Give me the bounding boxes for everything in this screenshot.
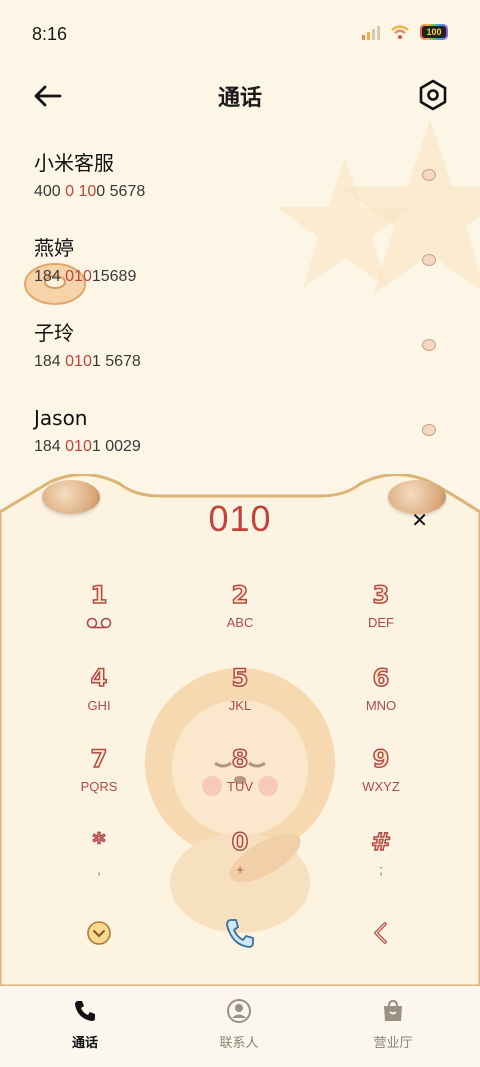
page-title: 通话 (217, 86, 262, 111)
contact-detail-icon[interactable] (422, 254, 436, 266)
key-letters: DEF (368, 615, 394, 630)
contact-name: 燕婷 (34, 236, 74, 260)
key-star[interactable]: * , (44, 827, 154, 897)
bottom-tab-bar: 通话 联系人 营业厅 (0, 986, 480, 1067)
key-digit: 3 (372, 580, 390, 610)
top-bar: 通话 (0, 74, 480, 116)
contact-number: 184 01015689 (34, 265, 480, 289)
contact-number: 184 0101 5678 (34, 350, 480, 374)
key-letters: + (236, 862, 244, 877)
status-time: 8:16 (32, 24, 68, 44)
key-digit: 4 (90, 663, 108, 693)
key-digit: 0 (231, 827, 249, 857)
battery-icon: 100 (420, 24, 448, 40)
battery-level: 100 (422, 26, 446, 38)
contact-name: 子玲 (34, 321, 74, 345)
key-digit: 2 (231, 580, 249, 610)
wifi-icon (391, 25, 409, 39)
key-letters: WXYZ (362, 779, 400, 794)
key-letters: JKL (228, 698, 252, 713)
number-part: 1 0029 (91, 438, 141, 455)
call-button[interactable] (210, 908, 270, 958)
backspace-icon (374, 922, 387, 944)
contact-suggestions: 小米客服 400 0 100 5678 燕婷 184 01015689 子玲 1… (0, 136, 480, 476)
phone-icon (75, 1001, 95, 1021)
key-digit: * (92, 827, 106, 857)
key-4[interactable]: 4 GHI (44, 663, 154, 733)
key-9[interactable]: 9 WXYZ (326, 744, 436, 814)
contact-detail-icon[interactable] (422, 169, 436, 181)
contact-name: 小米客服 (34, 151, 114, 175)
key-digit: # (370, 827, 392, 857)
contact-row[interactable]: 子玲 184 0101 5678 (0, 306, 480, 391)
key-hash[interactable]: # ; (326, 827, 436, 897)
chevron-down-circle-icon (87, 921, 111, 945)
key-5[interactable]: 5 JKL (185, 663, 295, 733)
collapse-dialpad-button[interactable] (69, 908, 129, 958)
contact-row[interactable]: Jason 184 0101 0029 (0, 391, 480, 476)
key-digit: 9 (372, 744, 390, 774)
key-letters: TUV (227, 779, 253, 794)
key-2[interactable]: 2 ABC (185, 580, 295, 650)
tab-label: 营业厅 (373, 1036, 413, 1051)
tab-label: 通话 (71, 1036, 98, 1051)
number-part: 400 (34, 183, 66, 200)
number-part: 184 (34, 353, 66, 370)
clear-input-icon[interactable]: ✕ (411, 508, 428, 532)
dialed-number[interactable]: 010 (0, 498, 480, 540)
key-letters: MNO (365, 698, 397, 713)
phone-icon (226, 919, 254, 948)
number-match: 010 (65, 268, 92, 285)
key-1[interactable]: 1 (44, 580, 154, 650)
key-7[interactable]: 7 PQRS (44, 744, 154, 814)
tab-label: 联系人 (219, 1036, 259, 1051)
key-digit: 1 (90, 580, 108, 610)
key-letters: ABC (226, 615, 254, 630)
key-digit: 8 (231, 744, 249, 774)
contact-name: Jason (34, 406, 88, 430)
key-letters: PQRS (80, 779, 118, 794)
backspace-button[interactable] (351, 908, 411, 958)
tab-store[interactable]: 营业厅 (343, 998, 443, 1051)
number-match: 010 (65, 353, 92, 370)
number-match: 10 (78, 183, 97, 200)
number-part: 184 (34, 438, 66, 455)
signal-icon (362, 24, 380, 40)
number-part: 15689 (91, 268, 137, 285)
contact-number: 184 0101 0029 (34, 435, 480, 459)
key-digit: 6 (372, 663, 390, 693)
key-letters: ; (379, 862, 383, 877)
number-part: 1 5678 (91, 353, 141, 370)
status-bar: 8:16 100 (0, 0, 480, 68)
number-part: 0 5678 (96, 183, 146, 200)
key-3[interactable]: 3 DEF (326, 580, 436, 650)
key-letters: GHI (87, 698, 111, 713)
contact-person-icon (227, 999, 251, 1023)
number-part: 184 (34, 268, 66, 285)
contact-row[interactable]: 小米客服 400 0 100 5678 (0, 136, 480, 221)
key-8[interactable]: 8 TUV (185, 744, 295, 814)
store-bag-icon (384, 999, 402, 1021)
contact-number: 400 0 100 5678 (34, 180, 480, 204)
settings-hexagon-icon[interactable] (416, 78, 450, 112)
contact-detail-icon[interactable] (422, 339, 436, 351)
number-match: 010 (65, 438, 92, 455)
key-digit: 7 (90, 744, 108, 774)
dialpad-panel: 010 ✕ 1 2 ABC 3 DEF 4 GHI 5 JKL 6 MNO 7 … (0, 474, 480, 986)
tab-contacts[interactable]: 联系人 (189, 998, 289, 1051)
voicemail-icon (86, 617, 112, 629)
number-match: 0 (65, 183, 75, 200)
tab-calls[interactable]: 通话 (35, 998, 135, 1051)
key-0[interactable]: 0 + (185, 827, 295, 897)
key-letters: , (97, 862, 101, 877)
contact-row[interactable]: 燕婷 184 01015689 (0, 221, 480, 306)
contact-detail-icon[interactable] (422, 424, 436, 436)
key-digit: 5 (231, 663, 249, 693)
key-6[interactable]: 6 MNO (326, 663, 436, 733)
